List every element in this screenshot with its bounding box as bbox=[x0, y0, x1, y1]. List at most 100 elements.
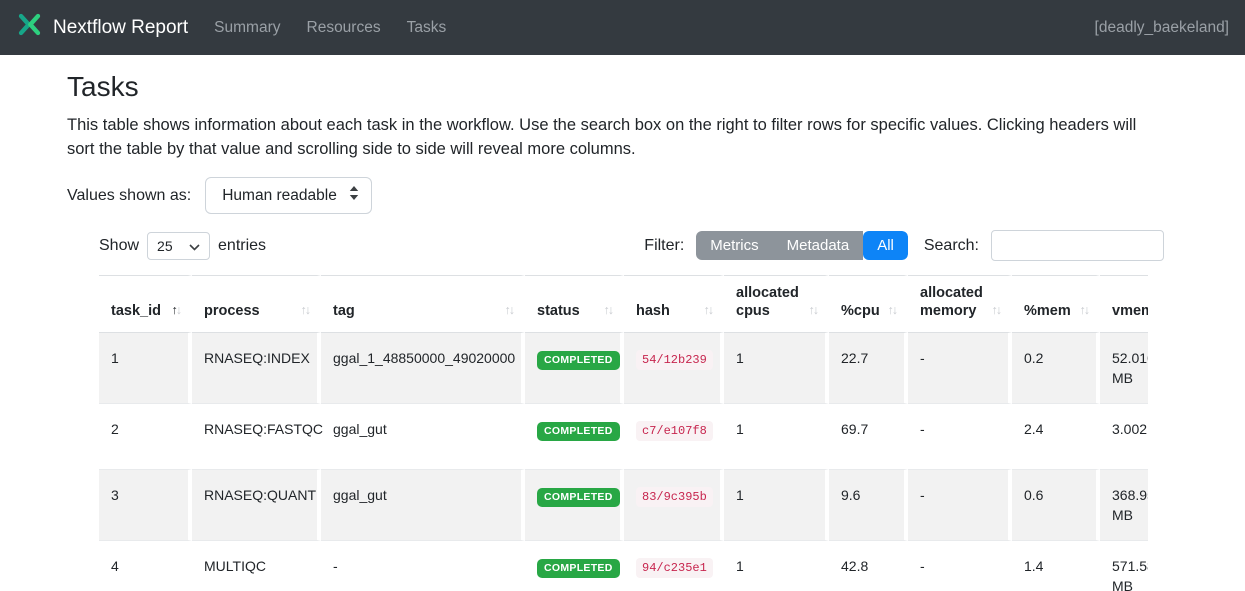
cell-tag: ggal_gut bbox=[321, 470, 525, 541]
sort-icon: ↑↓ bbox=[505, 301, 514, 319]
status-badge: COMPLETED bbox=[537, 422, 620, 441]
status-badge: COMPLETED bbox=[537, 559, 620, 578]
cell-process: RNASEQ:QUANT bbox=[192, 470, 321, 541]
cell-status: COMPLETED bbox=[525, 404, 624, 470]
tasks-table: task_id↑↓process↑↓tag↑↓status↑↓hash↑↓all… bbox=[99, 275, 1148, 591]
column-header-hash[interactable]: hash ↑↓ bbox=[624, 275, 724, 333]
cell-allocated_memory: - bbox=[908, 404, 1012, 470]
column-header-tag[interactable]: tag ↑↓ bbox=[321, 275, 525, 333]
cell-vmem: 3.002 GB bbox=[1100, 404, 1148, 470]
sort-icon: ↑↓ bbox=[992, 301, 1001, 319]
show-label: Show bbox=[99, 237, 139, 255]
column-header-pct_cpu[interactable]: %cpu ↑↓ bbox=[829, 275, 908, 333]
cell-pct_mem: 1.4 bbox=[1012, 541, 1100, 591]
cell-process: RNASEQ:FASTQC bbox=[192, 404, 321, 470]
column-label: hash bbox=[636, 303, 670, 319]
nav-item-resources[interactable]: Resources bbox=[307, 19, 381, 37]
table-row: 3RNASEQ:QUANTggal_gutCOMPLETED 83/9c395b 1… bbox=[99, 470, 1148, 541]
cell-pct_cpu: 22.7 bbox=[829, 333, 908, 404]
nav-item-summary[interactable]: Summary bbox=[214, 19, 280, 37]
cell-pct_cpu: 9.6 bbox=[829, 470, 908, 541]
task-hash-code: c7/e107f8 bbox=[636, 421, 713, 441]
navbar-brand[interactable]: Nextflow Report bbox=[16, 11, 188, 44]
filter-label: Filter: bbox=[644, 237, 684, 255]
cell-tag: ggal_gut bbox=[321, 404, 525, 470]
cell-hash: 94/c235e1 bbox=[624, 541, 724, 591]
cell-hash: 54/12b239 bbox=[624, 333, 724, 404]
main-content: Tasks This table shows information about… bbox=[0, 55, 1245, 591]
page-length-select[interactable]: 25 bbox=[147, 232, 210, 260]
column-label: status bbox=[537, 303, 580, 319]
cell-vmem: 52.016 MB bbox=[1100, 333, 1148, 404]
values-shown-label: Values shown as: bbox=[67, 187, 191, 205]
column-header-process[interactable]: process ↑↓ bbox=[192, 275, 321, 333]
column-label: vmem bbox=[1112, 303, 1148, 319]
brand-title: Nextflow Report bbox=[53, 17, 188, 39]
cell-pct_mem: 2.4 bbox=[1012, 404, 1100, 470]
filter-button-all[interactable]: All bbox=[863, 231, 908, 260]
cell-status: COMPLETED bbox=[525, 333, 624, 404]
nav-item-tasks[interactable]: Tasks bbox=[407, 19, 447, 37]
cell-pct_mem: 0.2 bbox=[1012, 333, 1100, 404]
cell-task_id: 1 bbox=[99, 333, 192, 404]
filter-button-metrics[interactable]: Metrics bbox=[696, 231, 772, 260]
cell-pct_cpu: 42.8 bbox=[829, 541, 908, 591]
cell-task_id: 3 bbox=[99, 470, 192, 541]
sort-icon: ↑↓ bbox=[301, 301, 310, 319]
tasks-table-clip[interactable]: task_id↑↓process↑↓tag↑↓status↑↓hash↑↓all… bbox=[99, 275, 1148, 591]
page-title: Tasks bbox=[67, 71, 1178, 103]
chevron-down-icon bbox=[189, 238, 200, 254]
cell-pct_mem: 0.6 bbox=[1012, 470, 1100, 541]
column-label: process bbox=[204, 303, 260, 319]
column-header-task_id[interactable]: task_id↑↓ bbox=[99, 275, 192, 333]
column-label: allocated memory bbox=[920, 285, 983, 319]
entries-label: entries bbox=[218, 237, 266, 255]
nav-links: Summary Resources Tasks bbox=[214, 19, 446, 37]
status-badge: COMPLETED bbox=[537, 351, 620, 370]
column-header-pct_mem[interactable]: %mem ↑↓ bbox=[1012, 275, 1100, 333]
cell-status: COMPLETED bbox=[525, 470, 624, 541]
column-label: tag bbox=[333, 303, 355, 319]
page-length-value: 25 bbox=[157, 238, 173, 254]
header-row: task_id↑↓process↑↓tag↑↓status↑↓hash↑↓all… bbox=[99, 275, 1148, 333]
column-label: %mem bbox=[1024, 303, 1071, 319]
tasks-section: Show 25 entries Filter: MetricsMetadataA… bbox=[99, 230, 1164, 591]
filter-button-metadata[interactable]: Metadata bbox=[773, 231, 864, 260]
column-header-allocated_cpus[interactable]: allocated cpus↑↓ bbox=[724, 275, 829, 333]
search-input[interactable] bbox=[991, 230, 1164, 261]
cell-allocated_cpus: 1 bbox=[724, 541, 829, 591]
cell-tag: ggal_1_48850000_49020000 bbox=[321, 333, 525, 404]
sort-icon: ↑↓ bbox=[604, 301, 613, 319]
sort-icon: ↑↓ bbox=[704, 301, 713, 319]
table-body: 1RNASEQ:INDEXggal_1_48850000_49020000COM… bbox=[99, 333, 1148, 591]
search-label: Search: bbox=[924, 237, 979, 255]
cell-status: COMPLETED bbox=[525, 541, 624, 591]
navbar: Nextflow Report Summary Resources Tasks [d… bbox=[0, 0, 1245, 55]
cell-allocated_memory: - bbox=[908, 541, 1012, 591]
table-row: 4MULTIQC-COMPLETED94/c235e1142.8-1.4571.… bbox=[99, 541, 1148, 591]
sort-icon: ↑↓ bbox=[1080, 301, 1089, 319]
cell-allocated_cpus: 1 bbox=[724, 404, 829, 470]
session-name: [deadly_baekeland] bbox=[1095, 19, 1229, 37]
cell-tag: - bbox=[321, 541, 525, 591]
table-row: 1RNASEQ:INDEXggal_1_48850000_49020000COM… bbox=[99, 333, 1148, 404]
up-down-arrows-icon bbox=[349, 186, 359, 205]
task-hash-code: 54/12b239 bbox=[636, 350, 713, 370]
task-hash-code: 83/9c395b bbox=[636, 487, 713, 507]
filter-button-group: MetricsMetadataAll bbox=[696, 231, 908, 260]
cell-hash: 83/9c395b bbox=[624, 470, 724, 541]
column-label: allocated cpus bbox=[736, 285, 799, 319]
column-header-vmem[interactable]: vmem↑↓ bbox=[1100, 275, 1148, 333]
column-header-allocated_memory[interactable]: allocated memory ↑↓ bbox=[908, 275, 1012, 333]
cell-task_id: 4 bbox=[99, 541, 192, 591]
values-shown-select[interactable]: Human readable bbox=[205, 177, 372, 214]
cell-allocated_cpus: 1 bbox=[724, 470, 829, 541]
column-label: %cpu bbox=[841, 303, 880, 319]
cell-vmem: 368.95 MB bbox=[1100, 470, 1148, 541]
column-header-status[interactable]: status ↑↓ bbox=[525, 275, 624, 333]
cell-allocated_cpus: 1 bbox=[724, 333, 829, 404]
table-row: 2RNASEQ:FASTQCggal_gutCOMPLETEDc7/e107f8… bbox=[99, 404, 1148, 470]
page-description: This table shows information about each … bbox=[67, 113, 1167, 161]
sort-icon: ↑↓ bbox=[888, 301, 897, 319]
cell-hash: c7/e107f8 bbox=[624, 404, 724, 470]
